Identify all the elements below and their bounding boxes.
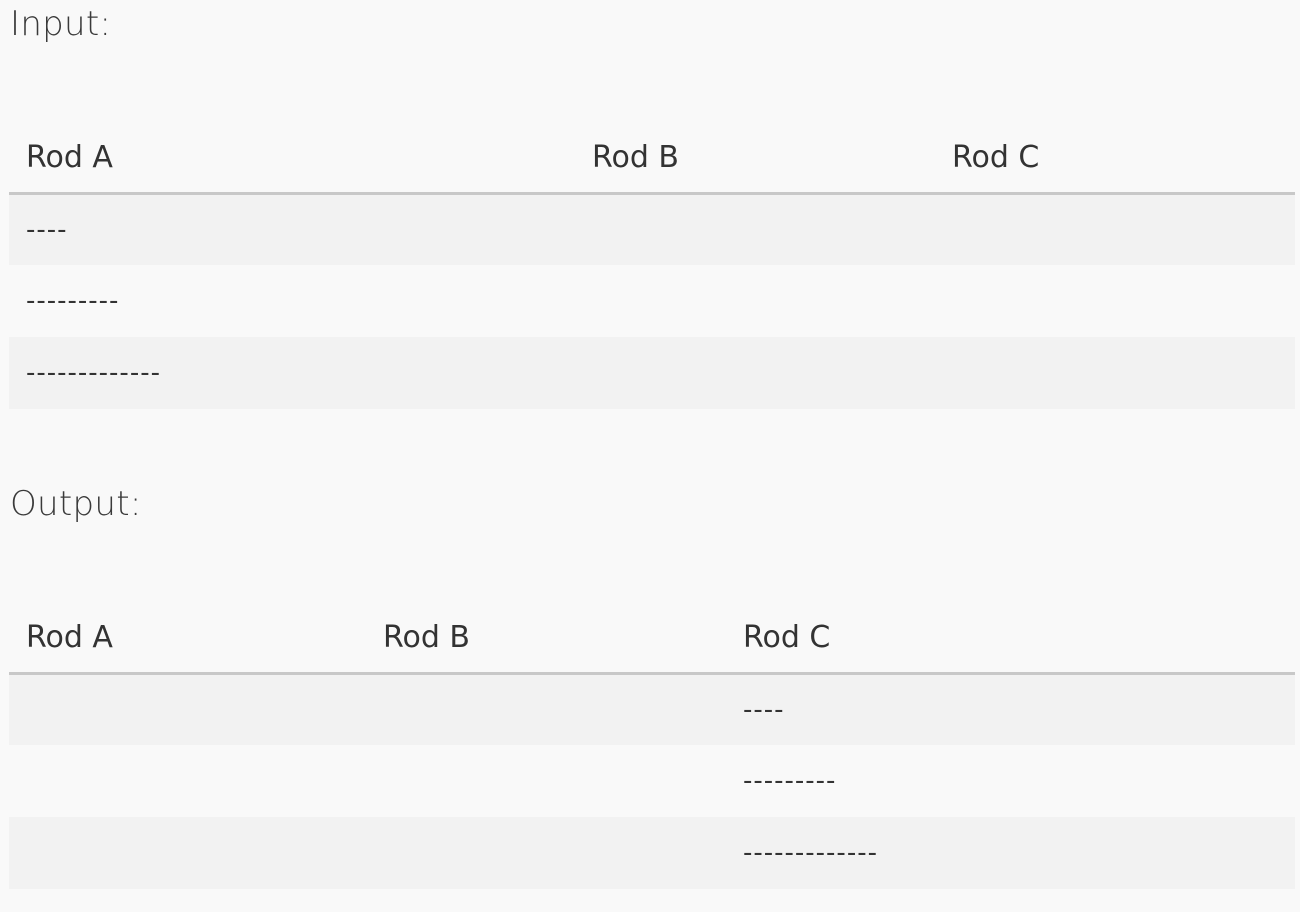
table-cell: ------------- [743, 838, 878, 868]
table-row: ------------- [9, 817, 1295, 889]
column-header-rod-a: Rod A [9, 603, 366, 675]
table-cell [9, 745, 366, 817]
output-table: Rod A Rod B Rod C ---- --------- -------… [9, 603, 1295, 889]
table-cell: --------- [26, 286, 120, 316]
table-cell [575, 337, 935, 409]
table-cell [575, 193, 935, 265]
column-header-rod-c: Rod C [726, 603, 1295, 675]
input-section-label: Input: [10, 4, 112, 44]
table-cell [9, 673, 366, 745]
table-cell: ---- [743, 694, 785, 725]
column-header-rod-b: Rod B [575, 123, 935, 195]
table-cell [366, 745, 726, 817]
table-cell [935, 193, 1295, 265]
table-cell [366, 817, 726, 889]
column-header-rod-a: Rod A [9, 123, 575, 195]
table-row: --------- [9, 745, 1295, 817]
table-cell [9, 817, 366, 889]
table-row: ---- [9, 193, 1295, 265]
table-cell [935, 265, 1295, 337]
column-header-rod-c: Rod C [935, 123, 1295, 195]
table-header-row: Rod A Rod B Rod C [9, 603, 1295, 675]
table-row: ---- [9, 673, 1295, 745]
output-section-label: Output: [10, 484, 142, 524]
table-row: ------------- [9, 337, 1295, 409]
table-cell: ---- [26, 214, 68, 245]
table-cell: ------------- [26, 358, 161, 388]
table-cell: --------- [743, 766, 837, 796]
table-header-row: Rod A Rod B Rod C [9, 123, 1295, 195]
table-row: --------- [9, 265, 1295, 337]
table-cell [935, 337, 1295, 409]
table-cell [366, 673, 726, 745]
input-table: Rod A Rod B Rod C ---- --------- -------… [9, 123, 1295, 409]
column-header-rod-b: Rod B [366, 603, 726, 675]
table-cell [575, 265, 935, 337]
